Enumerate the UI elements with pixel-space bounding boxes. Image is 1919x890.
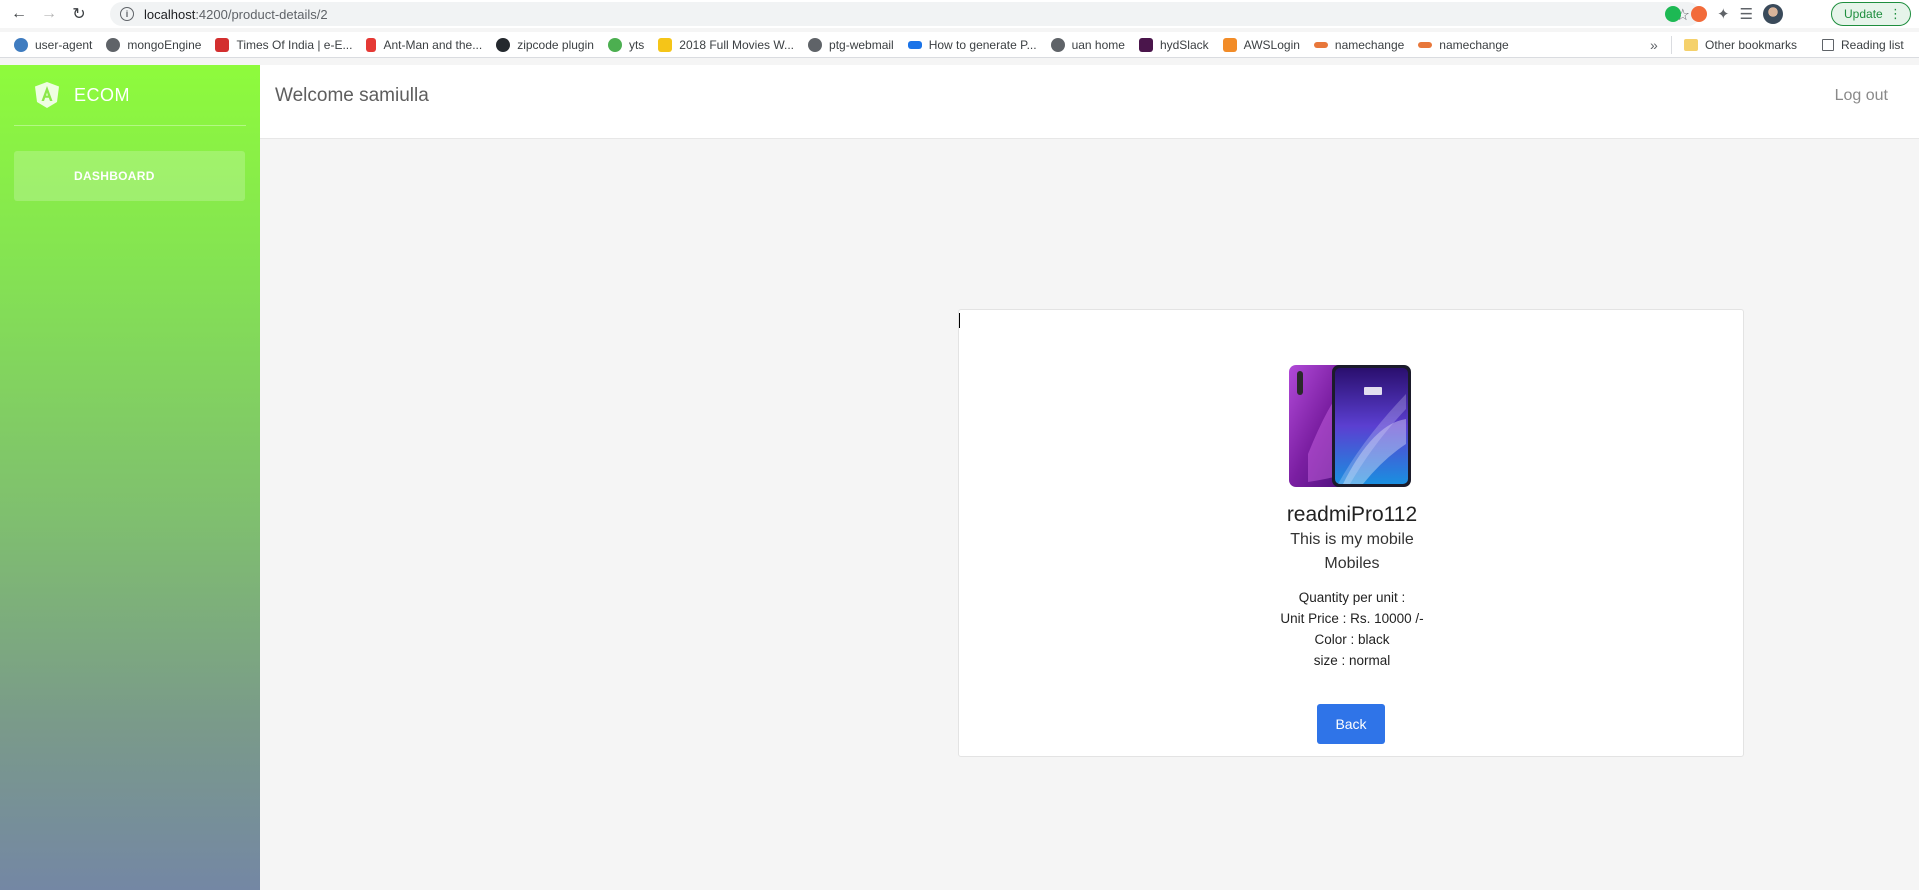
media-list-icon[interactable]: ☰ [1740, 5, 1753, 23]
product-name: readmiPro112 [1286, 503, 1418, 526]
menu-dots-icon[interactable]: ⋮ [1889, 6, 1902, 22]
toi-icon [215, 37, 230, 52]
other-bookmarks[interactable]: Other bookmarks [1684, 38, 1797, 52]
product-quantity: Quantity per unit : [1298, 590, 1406, 605]
sidebar: ECOM DASHBOARD [0, 65, 260, 890]
reload-icon[interactable]: ↻ [68, 3, 90, 25]
bookmark-item[interactable]: user-agent [14, 37, 92, 52]
bookmark-item[interactable]: ptg-webmail [808, 37, 894, 52]
bookmark-item[interactable]: namechange [1418, 38, 1509, 52]
sidebar-divider [14, 125, 246, 126]
angular-logo-icon [35, 82, 59, 108]
bookmark-item[interactable]: yts [607, 37, 644, 52]
forward-arrow-icon[interactable]: → [38, 3, 60, 25]
imdb-icon [658, 37, 673, 52]
brand[interactable]: ECOM [34, 81, 130, 109]
site-icon [366, 37, 377, 52]
site-icon [1418, 41, 1433, 48]
slack-icon [1138, 37, 1153, 52]
browser-toolbar: ← → ↻ i localhost:4200/product-details/2… [0, 0, 1919, 28]
github-icon [496, 37, 511, 52]
bookmark-item[interactable]: zipcode plugin [496, 37, 594, 52]
folder-icon [1684, 39, 1698, 51]
bookmark-item[interactable]: namechange [1313, 38, 1404, 52]
bookmarks-separator [1671, 36, 1672, 54]
welcome-text: Welcome samiulla [275, 85, 429, 106]
brand-name: ECOM [74, 84, 130, 105]
product-price: Unit Price : Rs. 10000 /- [1280, 611, 1424, 626]
site-icon [907, 40, 922, 49]
main-content: readmiPro112 This is my mobile Mobiles Q… [260, 139, 1919, 884]
address-bar[interactable]: i localhost:4200/product-details/2 ☆ [110, 2, 1700, 26]
bookmark-item[interactable]: 2018 Full Movies W... [658, 37, 794, 52]
back-button[interactable]: Back [1317, 704, 1385, 744]
site-info-icon[interactable]: i [120, 7, 134, 21]
sidebar-item-dashboard[interactable]: DASHBOARD [14, 151, 245, 201]
sidebar-item-label: DASHBOARD [74, 169, 155, 183]
globe-icon [1050, 37, 1065, 52]
extension-green-icon[interactable] [1665, 6, 1681, 22]
product-card: readmiPro112 This is my mobile Mobiles Q… [958, 309, 1744, 757]
product-category: Mobiles [1324, 555, 1380, 572]
reading-list-icon [1822, 39, 1834, 51]
aws-icon [1222, 37, 1237, 52]
product-size: size : normal [1313, 653, 1391, 668]
bookmark-item[interactable]: Times Of India | e-E... [215, 37, 352, 52]
product-description: This is my mobile [1290, 531, 1414, 548]
bookmark-item[interactable]: How to generate P... [907, 38, 1037, 52]
url-path: :4200/product-details/2 [195, 6, 328, 22]
url-host: localhost [144, 6, 196, 22]
profile-avatar[interactable] [1763, 4, 1784, 24]
extensions-area: ✦ ☰ [1665, 2, 1784, 26]
more-bookmarks-chevron-icon[interactable]: » [1650, 37, 1658, 53]
globe-icon [106, 37, 121, 52]
film-icon [607, 37, 622, 52]
extension-orange-icon[interactable] [1691, 6, 1707, 22]
site-icon [1313, 41, 1328, 48]
bookmarks-bar: user-agent mongoEngine Times Of India | … [0, 32, 1919, 58]
extensions-puzzle-icon[interactable]: ✦ [1717, 5, 1730, 23]
bookmark-item[interactable]: uan home [1050, 37, 1125, 52]
globe-icon [808, 37, 823, 52]
back-arrow-icon[interactable]: ← [8, 3, 30, 25]
update-button[interactable]: Update ⋮ [1831, 2, 1911, 26]
logout-link[interactable]: Log out [1835, 87, 1888, 105]
bookmark-item[interactable]: mongoEngine [106, 37, 201, 52]
bookmark-item[interactable]: Ant-Man and the... [366, 37, 482, 52]
python-icon [14, 37, 28, 52]
product-image [1288, 364, 1412, 488]
reading-list[interactable]: Reading list [1822, 38, 1904, 52]
app-header: Welcome samiulla Log out [260, 65, 1919, 139]
update-label: Update [1844, 7, 1883, 21]
bookmark-item[interactable]: hydSlack [1138, 37, 1209, 52]
bookmark-item[interactable]: AWSLogin [1222, 37, 1300, 52]
product-color: Color : black [1314, 632, 1390, 647]
